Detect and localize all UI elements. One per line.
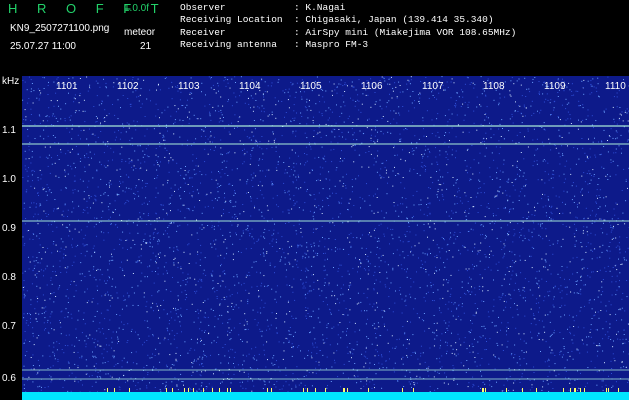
band-spike [482,388,483,392]
y-tick-label: 1.1 [2,125,16,136]
noise-speckle [22,76,629,400]
spectrogram-canvas [22,76,629,400]
band-spike [584,388,585,392]
info-key: Receiving Location [180,14,283,26]
band-spike [172,388,173,392]
band-spike [230,388,231,392]
count-label: 21 [140,41,152,52]
band-spike [402,388,403,392]
bottom-band [22,392,629,400]
band-spike [129,388,130,392]
filename-label: KN9_2507271100.png [10,23,110,34]
band-spike [166,388,167,392]
band-spike [227,388,228,392]
header: H R O F F T 1.0.0f KN9_2507271100.png me… [0,0,629,76]
info-row-observer: Observer : K.Nagai [180,2,516,14]
band-spike [267,388,268,392]
band-spike [618,388,619,392]
band-spike [212,388,213,392]
band-spike [343,388,344,392]
y-tick-label: 0.6 [2,373,16,384]
x-tick-label: 1106 [361,81,383,92]
band-spike [315,388,316,392]
datetime-label: 25.07.27 11:00 [10,41,76,52]
info-panel: Observer : K.Nagai Receiving Location : Ch… [180,2,516,52]
info-row-antenna: Receiving antenna : Maspro FM-3 [180,39,516,51]
info-key: Receiving antenna [180,39,277,51]
info-value: : Chigasaki, Japan (139.414 35.340) [294,14,494,26]
x-tick-label: 1104 [239,81,261,92]
info-row-receiver: Receiver : AirSpy mini (Miakejima VOR 108… [180,27,516,39]
info-value: : K.Nagai [294,2,346,13]
y-tick-label: 1.0 [2,174,16,185]
band-spike [570,388,571,392]
band-spike [307,388,308,392]
band-spike [368,388,369,392]
band-spike [506,388,507,392]
band-spike [325,388,326,392]
band-spike [563,388,564,392]
x-tick-label: 1110 [605,81,626,92]
info-row-location: Receiving Location : Chigasaki, Japan (13… [180,14,516,26]
band-spike [574,388,575,392]
band-spike [536,388,537,392]
info-value: : Maspro FM-3 [294,39,369,51]
y-axis-unit: kHz [2,76,20,87]
band-spike [188,388,189,392]
y-tick-label: 0.8 [2,272,16,283]
band-spike [575,388,576,392]
x-tick-label: 1109 [544,81,566,92]
band-spike [271,388,272,392]
band-spike [184,388,185,392]
x-tick-label: 1105 [300,81,322,92]
band-spike [344,388,345,392]
band-spike [114,388,115,392]
mode-label: meteor [124,27,156,38]
x-tick-label: 1102 [117,81,139,92]
y-tick-label: 0.7 [2,321,16,332]
band-spike [203,388,204,392]
version-label: 1.0.0f [124,3,150,14]
info-value: : AirSpy mini (Miakejima VOR 108.65MHz) [294,26,517,38]
band-spike [606,388,607,392]
band-spike [303,388,304,392]
band-spike [107,388,108,392]
band-spike [483,388,484,392]
band-spike [347,388,348,392]
band-spike [413,388,414,392]
info-key: Receiver [180,26,226,38]
x-tick-label: 1108 [483,81,505,92]
band-spike [193,388,194,392]
y-tick-label: 0.9 [2,223,16,234]
spectrogram-plot: 1101 1102 1103 1104 1105 1106 1107 1108 … [22,76,629,400]
band-spike [219,388,220,392]
x-tick-label: 1103 [178,81,200,92]
band-spike [580,388,581,392]
band-spike [522,388,523,392]
spectrogram-area: kHz 1.1 1.0 0.9 0.8 0.7 0.6 1101 1102 11… [0,76,629,400]
band-spike [485,388,486,392]
x-tick-label: 1101 [56,81,78,92]
x-tick-label: 1107 [422,81,444,92]
info-key: Observer [180,2,226,13]
band-spike [608,388,609,392]
